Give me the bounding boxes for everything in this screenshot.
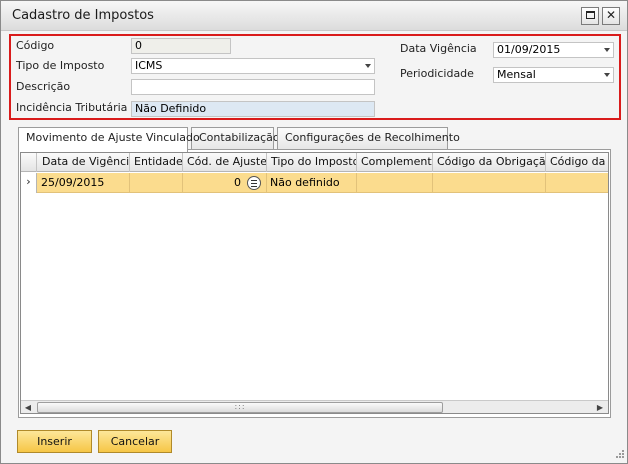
cod-ajuste-value: 0 [234, 176, 241, 189]
horizontal-scrollbar[interactable]: ◀ ::: ▶ [21, 400, 608, 413]
tipo-imposto-select[interactable]: ICMS [131, 58, 375, 74]
column-header-complemento[interactable]: Complemento [357, 153, 433, 172]
chevron-down-icon [604, 48, 610, 52]
column-header-entidade[interactable]: Entidade [130, 153, 183, 172]
header-fields-panel: Código 0 Tipo de Imposto ICMS Descrição … [9, 34, 621, 120]
codigo-label: Código [16, 39, 55, 52]
inserir-button[interactable]: Inserir [17, 430, 92, 453]
ajustes-grid: Data de Vigência Entidade Cód. de Ajuste… [20, 152, 609, 414]
table-row[interactable]: › 25/09/2015 0 Não definido [21, 173, 608, 193]
incidencia-tributaria-field[interactable]: Não Definido [131, 101, 375, 117]
maximize-button[interactable] [581, 7, 599, 25]
column-header-cod-ajuste[interactable]: Cód. de Ajuste [183, 153, 267, 172]
tab-configuracoes-recolhimento[interactable]: Configurações de Recolhimento [277, 127, 460, 150]
periodicidade-select[interactable]: Mensal [493, 67, 614, 83]
cell-codigo-r[interactable] [546, 173, 608, 193]
incidencia-tributaria-label: Incidência Tributária [16, 101, 128, 114]
title-bar[interactable]: Cadastro de Impostos ✕ [1, 1, 627, 31]
window-title: Cadastro de Impostos [12, 8, 154, 23]
chevron-down-icon [365, 64, 371, 68]
column-header-codigo-obrigacao[interactable]: Código da Obrigação [433, 153, 546, 172]
tab-contabilizacao[interactable]: Contabilização [191, 127, 280, 150]
scroll-left-icon[interactable]: ◀ [21, 401, 35, 413]
descricao-label: Descrição [16, 80, 71, 93]
column-header-data-vigencia[interactable]: Data de Vigência [38, 153, 130, 172]
data-vigencia-value: 01/09/2015 [497, 43, 561, 56]
chevron-down-icon [604, 73, 610, 77]
column-header-codigo-r[interactable]: Código da R [546, 153, 608, 172]
cell-entidade[interactable] [130, 173, 183, 193]
data-vigencia-label: Data Vigência [400, 42, 477, 55]
cell-cod-ajuste[interactable]: 0 [183, 173, 267, 193]
row-indicator-icon: › [21, 173, 37, 193]
periodicidade-label: Periodicidade [400, 67, 474, 80]
tab-movimento-ajuste[interactable]: Movimento de Ajuste Vinculado [18, 127, 200, 152]
close-button[interactable]: ✕ [602, 7, 620, 25]
codigo-field: 0 [131, 38, 231, 54]
cadastro-impostos-window: Cadastro de Impostos ✕ Código 0 Tipo de … [0, 0, 628, 464]
data-vigencia-input[interactable]: 01/09/2015 [493, 42, 614, 58]
grid-header: Data de Vigência Entidade Cód. de Ajuste… [21, 153, 608, 172]
grid-corner [21, 153, 37, 172]
scroll-right-icon[interactable]: ▶ [593, 401, 607, 413]
tipo-imposto-value: ICMS [135, 59, 163, 72]
cell-complemento[interactable] [357, 173, 433, 193]
descricao-input[interactable] [131, 79, 375, 95]
scroll-thumb[interactable]: ::: [37, 402, 443, 413]
column-header-tipo-imposto[interactable]: Tipo do Imposto [267, 153, 357, 172]
cell-codigo-obrigacao[interactable] [433, 173, 546, 193]
maximize-icon [585, 10, 595, 19]
close-icon: ✕ [605, 8, 617, 22]
cell-data-vigencia[interactable]: 25/09/2015 [38, 173, 130, 193]
list-select-icon[interactable] [247, 176, 261, 190]
resize-grip-icon[interactable] [613, 449, 625, 461]
tab-content-panel: Data de Vigência Entidade Cód. de Ajuste… [18, 149, 611, 418]
cell-tipo-imposto[interactable]: Não definido [267, 173, 357, 193]
periodicidade-value: Mensal [497, 68, 536, 81]
tipo-imposto-label: Tipo de Imposto [16, 59, 105, 72]
cancelar-button[interactable]: Cancelar [98, 430, 172, 453]
